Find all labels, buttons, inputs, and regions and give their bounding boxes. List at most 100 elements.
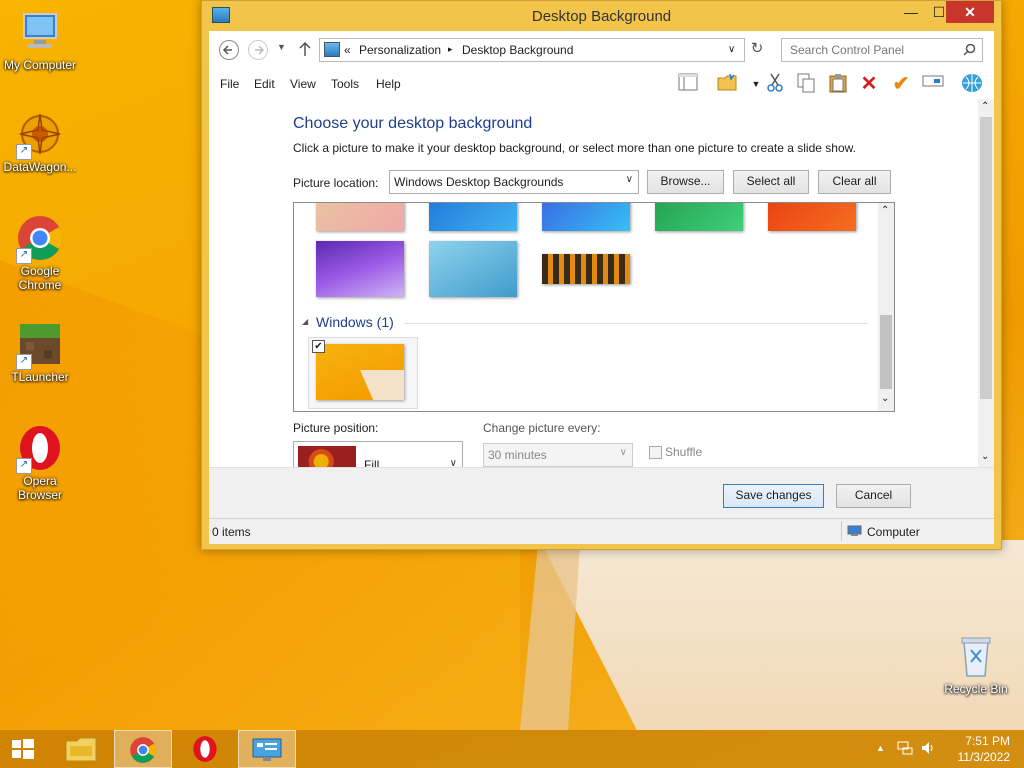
desktop-icon-google-chrome[interactable]: ↗ Google Chrome: [0, 214, 80, 292]
breadcrumb-personalization[interactable]: Personalization: [359, 43, 441, 57]
computer-icon: [16, 8, 64, 56]
cancel-button[interactable]: Cancel: [836, 484, 911, 508]
address-bar[interactable]: « Personalization ▸ Desktop Background ∨: [319, 38, 745, 62]
desktop-background-window: Desktop Background — ☐ ✕ ▼ « Personaliza…: [201, 0, 1002, 550]
shuffle-checkbox[interactable]: [649, 446, 662, 459]
up-button[interactable]: [297, 38, 313, 60]
group-label-windows[interactable]: Windows (1): [316, 314, 394, 330]
save-changes-button[interactable]: Save changes: [723, 484, 824, 508]
wallpaper-shape: [520, 545, 580, 730]
start-button[interactable]: [0, 730, 46, 768]
cut-icon[interactable]: [764, 73, 786, 95]
dialog-footer: Save changes Cancel: [209, 467, 994, 518]
menu-tools[interactable]: Tools: [331, 77, 359, 91]
desktop-icon-datawagon[interactable]: ↗ DataWagon...: [0, 110, 80, 174]
menu-bar: File Edit View Tools Help ▼ ✕ ✔: [209, 69, 994, 99]
minimize-button[interactable]: —: [896, 1, 926, 23]
scroll-down-icon[interactable]: ⌄: [981, 451, 989, 462]
wallpaper-thumbnail[interactable]: [542, 203, 630, 231]
wallpaper-checkbox[interactable]: ✔: [312, 340, 325, 353]
properties-check-icon[interactable]: ✔: [890, 73, 912, 95]
wallpaper-thumbnail[interactable]: [316, 203, 404, 231]
status-bar: 0 items Computer: [209, 518, 994, 544]
menu-help[interactable]: Help: [376, 77, 401, 91]
clock-date: 11/3/2022: [957, 750, 1011, 764]
chrome-icon: ↗: [16, 214, 64, 264]
change-picture-every-value: 30 minutes: [488, 448, 547, 462]
close-button[interactable]: ✕: [946, 1, 994, 23]
scroll-up-icon[interactable]: ⌃: [881, 205, 889, 216]
picture-position-value: Fill: [364, 458, 380, 467]
wallpaper-thumbnail[interactable]: [768, 203, 856, 231]
network-globe-icon[interactable]: [961, 73, 983, 95]
picture-location-value: Windows Desktop Backgrounds: [394, 175, 564, 189]
search-box[interactable]: Search Control Panel: [781, 38, 983, 62]
desktop-icon-opera-browser[interactable]: ↗ Opera Browser: [0, 424, 80, 502]
system-clock[interactable]: 7:51 PM 11/3/2022: [958, 733, 1011, 765]
clear-all-button[interactable]: Clear all: [818, 170, 891, 194]
wallpaper-thumbnail[interactable]: [429, 203, 517, 231]
collapse-triangle-icon[interactable]: ◢: [302, 317, 308, 326]
volume-icon[interactable]: [920, 740, 936, 759]
paste-icon[interactable]: [827, 73, 849, 95]
select-all-button[interactable]: Select all: [733, 170, 809, 194]
network-icon[interactable]: [897, 740, 913, 759]
scroll-up-icon[interactable]: ⌃: [981, 101, 989, 112]
scrollbar-thumb[interactable]: [880, 315, 892, 389]
chevron-down-icon: ∨: [619, 447, 627, 458]
search-icon: [963, 43, 976, 56]
opera-icon: [193, 736, 217, 762]
scroll-down-icon[interactable]: ⌄: [881, 393, 889, 404]
taskbar-file-explorer[interactable]: [52, 730, 110, 768]
browse-button[interactable]: Browse...: [647, 170, 724, 194]
layout-pane-icon[interactable]: [677, 73, 699, 95]
change-picture-every-label: Change picture every:: [483, 421, 601, 435]
shuffle-label: Shuffle: [665, 445, 703, 459]
taskbar-google-chrome[interactable]: [114, 730, 172, 768]
forward-button[interactable]: [248, 40, 268, 60]
content-scrollbar[interactable]: ⌃ ⌄: [978, 99, 994, 467]
breadcrumb-separator[interactable]: ▸: [448, 44, 453, 55]
delete-icon[interactable]: ✕: [858, 73, 880, 95]
navigation-bar: ▼ « Personalization ▸ Desktop Background…: [209, 31, 994, 69]
search-placeholder: Search Control Panel: [790, 43, 905, 57]
page-description: Click a picture to make it your desktop …: [293, 141, 856, 155]
status-divider: [841, 521, 842, 541]
taskbar-opera[interactable]: [176, 730, 234, 768]
wallpaper-thumbnail[interactable]: [655, 203, 743, 231]
menu-file[interactable]: File: [220, 77, 239, 91]
breadcrumb-overflow[interactable]: «: [344, 43, 351, 57]
recent-pages-dropdown[interactable]: ▼: [277, 42, 286, 52]
chevron-down-icon: ∨: [625, 174, 633, 185]
window-client-area: ▼ « Personalization ▸ Desktop Background…: [209, 31, 994, 544]
picture-list-scrollbar[interactable]: ⌃ ⌄: [878, 203, 894, 411]
scrollbar-thumb[interactable]: [980, 117, 992, 399]
menu-edit[interactable]: Edit: [254, 77, 275, 91]
wallpaper-thumbnail[interactable]: [429, 241, 517, 297]
show-hidden-icons-icon[interactable]: ▲: [876, 743, 885, 753]
folder-options-icon[interactable]: [716, 73, 738, 95]
desktop-icon-my-computer[interactable]: My Computer: [0, 8, 80, 72]
selected-wallpaper-tile[interactable]: ✔: [308, 337, 418, 409]
desktop-icon-recycle-bin[interactable]: Recycle Bin: [936, 632, 1016, 696]
breadcrumb-desktop-background[interactable]: Desktop Background: [462, 43, 573, 57]
rename-icon[interactable]: [922, 73, 944, 95]
menu-view[interactable]: View: [290, 77, 316, 91]
picture-position-select[interactable]: Fill ∨: [293, 441, 463, 467]
item-count: 0 items: [212, 525, 251, 539]
taskbar: ▲ 7:51 PM 11/3/2022: [0, 730, 1024, 768]
wallpaper-thumbnail[interactable]: [542, 254, 630, 284]
taskbar-control-panel[interactable]: [238, 730, 296, 768]
refresh-icon[interactable]: ↻: [745, 38, 769, 62]
picture-location-select[interactable]: Windows Desktop Backgrounds ∨: [389, 170, 639, 194]
picture-location-label: Picture location:: [293, 176, 379, 190]
wallpaper-thumbnail[interactable]: [316, 241, 404, 297]
copy-icon[interactable]: [795, 73, 817, 95]
back-button[interactable]: [219, 40, 239, 60]
change-picture-every-select[interactable]: 30 minutes ∨: [483, 443, 633, 467]
desktop-icon-tlauncher[interactable]: ↗ TLauncher: [0, 320, 80, 384]
datawagon-icon: ↗: [16, 110, 64, 160]
control-panel-icon: [324, 42, 340, 57]
address-dropdown-icon[interactable]: ∨: [728, 44, 735, 55]
title-bar[interactable]: Desktop Background — ☐ ✕: [202, 1, 1001, 31]
